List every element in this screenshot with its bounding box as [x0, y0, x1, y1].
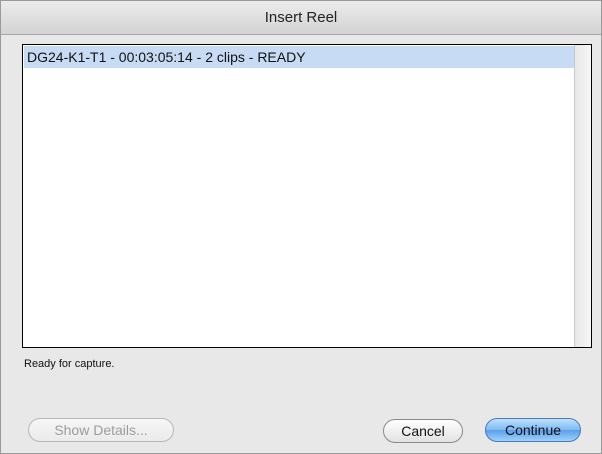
continue-button[interactable]: Continue	[485, 418, 581, 442]
status-text: Ready for capture.	[24, 358, 115, 370]
cancel-button[interactable]: Cancel	[383, 419, 463, 443]
window-title: Insert Reel	[1, 1, 601, 35]
show-details-button[interactable]: Show Details...	[28, 418, 174, 442]
insert-reel-dialog: Insert Reel DG24-K1-T1 - 00:03:05:14 - 2…	[0, 0, 602, 454]
dialog-content: DG24-K1-T1 - 00:03:05:14 - 2 clips - REA…	[1, 35, 601, 453]
vertical-scrollbar[interactable]	[574, 45, 591, 347]
reel-list[interactable]: DG24-K1-T1 - 00:03:05:14 - 2 clips - REA…	[22, 44, 592, 348]
list-item[interactable]: DG24-K1-T1 - 00:03:05:14 - 2 clips - REA…	[24, 46, 574, 68]
